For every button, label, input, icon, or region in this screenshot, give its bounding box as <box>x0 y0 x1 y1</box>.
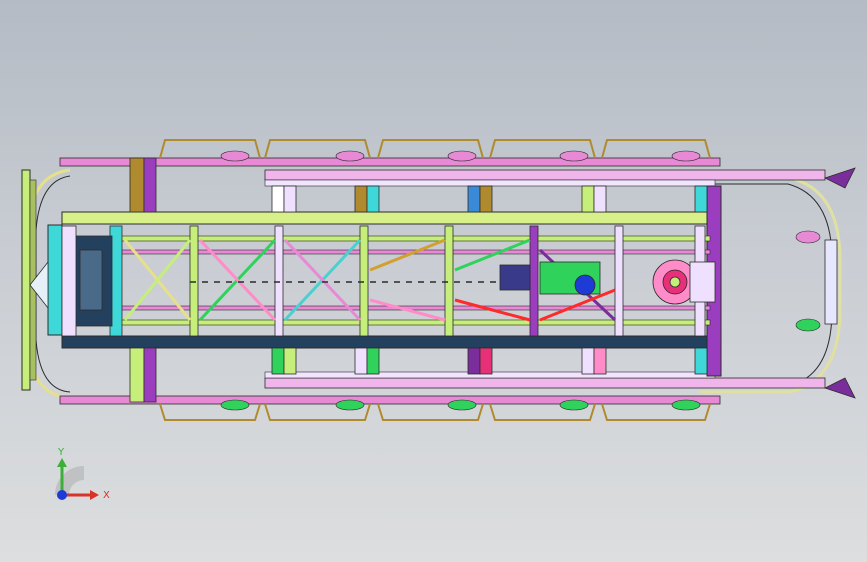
top-rail-3 <box>264 179 716 187</box>
bottom-rail-2 <box>264 377 826 389</box>
top-rail-outer <box>59 157 721 167</box>
cross-members <box>109 225 706 337</box>
triad-y-label: Y <box>57 447 65 458</box>
chassis-top-beam <box>61 211 708 225</box>
graphics-viewport[interactable]: Y X <box>0 0 867 562</box>
front-mechanism <box>29 225 113 337</box>
left-rail <box>21 169 31 391</box>
top-rail-2 <box>264 169 826 181</box>
axis-triad: Y X <box>55 447 110 501</box>
triad-x-label: X <box>103 490 110 501</box>
cad-model-view[interactable]: Y X <box>0 0 867 562</box>
chassis-bottom-beam <box>61 335 708 349</box>
chassis-left-beam <box>47 224 63 336</box>
bottom-rail-outer <box>59 395 721 405</box>
